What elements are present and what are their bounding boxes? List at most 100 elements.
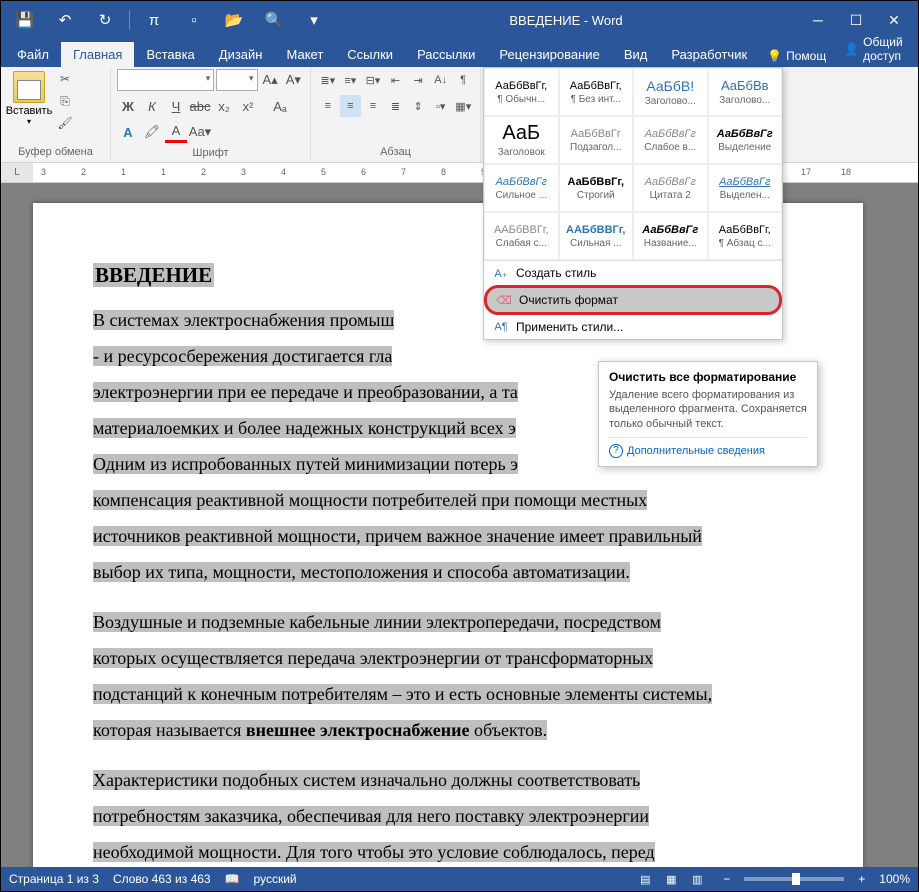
undo-icon[interactable]: ↶ bbox=[47, 5, 83, 35]
horizontal-ruler[interactable]: 321123456789101112131415161718 bbox=[33, 163, 918, 182]
align-right-icon[interactable]: ≡ bbox=[362, 95, 384, 117]
font-name-select[interactable] bbox=[117, 69, 214, 91]
new-doc-icon[interactable]: ▫ bbox=[176, 5, 212, 35]
superscript-button[interactable]: x² bbox=[237, 95, 259, 117]
style-cell-4[interactable]: АаБЗаголовок bbox=[484, 116, 559, 164]
subscript-button[interactable]: x₂ bbox=[213, 95, 235, 117]
style-cell-3[interactable]: АаБбВвЗаголово... bbox=[708, 68, 783, 116]
italic-button[interactable]: К bbox=[141, 95, 163, 117]
repeat-icon[interactable]: ↻ bbox=[87, 5, 123, 35]
doc-paragraph-2: Воздушные и подземные кабельные линии эл… bbox=[93, 604, 803, 748]
borders-icon[interactable]: ▦▾ bbox=[452, 95, 474, 117]
style-cell-2[interactable]: АаБбВ!Заголово... bbox=[633, 68, 708, 116]
style-cell-11[interactable]: АаБбВвГгВыделен... bbox=[708, 164, 783, 212]
tab-view[interactable]: Вид bbox=[612, 42, 660, 67]
tab-home[interactable]: Главная bbox=[61, 42, 134, 67]
tooltip-help-link[interactable]: ? Дополнительные сведения bbox=[609, 437, 807, 458]
change-case-icon[interactable]: Aa▾ bbox=[189, 121, 211, 143]
tab-layout[interactable]: Макет bbox=[274, 42, 335, 67]
line-spacing-icon[interactable]: ⇕ bbox=[407, 95, 429, 117]
justify-icon[interactable]: ≣ bbox=[385, 95, 407, 117]
cut-icon[interactable]: ✂ bbox=[55, 69, 75, 89]
underline-button[interactable]: Ч bbox=[165, 95, 187, 117]
shrink-font-icon[interactable]: A▾ bbox=[283, 69, 304, 91]
tab-file[interactable]: Файл bbox=[5, 42, 61, 67]
preview-icon[interactable]: 🔍 bbox=[256, 5, 292, 35]
print-layout-icon[interactable]: ▦ bbox=[659, 869, 683, 889]
bold-button[interactable]: Ж bbox=[117, 95, 139, 117]
sort-icon[interactable]: A↓ bbox=[430, 69, 452, 91]
multilevel-icon[interactable]: ⊟▾ bbox=[362, 69, 384, 91]
minimize-button[interactable]: ─ bbox=[800, 5, 836, 35]
style-cell-7[interactable]: АаБбВвГгВыделение bbox=[708, 116, 783, 164]
style-cell-13[interactable]: ААБбВВГг,Сильная ... bbox=[559, 212, 634, 260]
doc-paragraph-3: Характеристики подобных систем изначальн… bbox=[93, 762, 803, 870]
title-bar: 💾 ↶ ↻ π ▫ 📂 🔍 ▾ ВВЕДЕНИЕ - Word ─ ☐ ✕ bbox=[1, 1, 918, 39]
tooltip-title: Очистить все форматирование bbox=[609, 370, 807, 384]
language-indicator[interactable]: русский bbox=[254, 872, 297, 886]
style-cell-5[interactable]: АаБбВвГгПодзагол... bbox=[559, 116, 634, 164]
zoom-slider[interactable] bbox=[744, 877, 844, 881]
numbering-icon[interactable]: ≡▾ bbox=[340, 69, 362, 91]
align-center-icon[interactable]: ≡ bbox=[340, 95, 362, 117]
paste-icon bbox=[13, 71, 45, 103]
style-cell-8[interactable]: АаБбВвГгСильное ... bbox=[484, 164, 559, 212]
style-cell-0[interactable]: АаБбВвГг,¶ Обычн... bbox=[484, 68, 559, 116]
read-mode-icon[interactable]: ▤ bbox=[633, 869, 657, 889]
style-cell-9[interactable]: АаБбВвГг,Строгий bbox=[559, 164, 634, 212]
style-cell-15[interactable]: АаБбВвГг,¶ Абзац с... bbox=[708, 212, 783, 260]
create-style-item[interactable]: A₊ Создать стиль bbox=[484, 261, 782, 285]
font-color-icon[interactable]: A bbox=[165, 121, 187, 143]
paste-button[interactable]: Вставить ▾ bbox=[7, 69, 51, 144]
style-cell-10[interactable]: АаБбВвГгЦитата 2 bbox=[633, 164, 708, 212]
create-style-icon: A₊ bbox=[494, 266, 508, 280]
highlight-icon[interactable]: 🖍 bbox=[141, 121, 163, 143]
copy-icon[interactable]: ⎘ bbox=[55, 91, 75, 111]
word-count[interactable]: Слово 463 из 463 bbox=[113, 872, 211, 886]
help-icon: ? bbox=[609, 444, 623, 458]
web-layout-icon[interactable]: ▥ bbox=[685, 869, 709, 889]
text-effects-icon[interactable]: A bbox=[117, 121, 139, 143]
status-bar: Страница 1 из 3 Слово 463 из 463 📖 русск… bbox=[1, 867, 918, 891]
decrease-indent-icon[interactable]: ⇤ bbox=[385, 69, 407, 91]
zoom-in-button[interactable]: + bbox=[858, 872, 865, 886]
qat-dropdown-icon[interactable]: ▾ bbox=[296, 5, 332, 35]
increase-indent-icon[interactable]: ⇥ bbox=[407, 69, 429, 91]
clear-format-icon[interactable]: Aₐ bbox=[269, 95, 291, 117]
pi-icon[interactable]: π bbox=[136, 5, 172, 35]
tab-design[interactable]: Дизайн bbox=[207, 42, 275, 67]
strike-button[interactable]: abc bbox=[189, 95, 211, 117]
open-icon[interactable]: 📂 bbox=[216, 5, 252, 35]
group-paragraph: ≣▾ ≡▾ ⊟▾ ⇤ ⇥ A↓ ¶ ≡ ≡ ≡ ≣ ⇕ ▫▾ ▦▾ Абзац bbox=[311, 67, 481, 162]
style-grid: АаБбВвГг,¶ Обычн...АаБбВвГг,¶ Без инт...… bbox=[484, 68, 782, 260]
tell-me-search[interactable]: 💡 Помощ bbox=[759, 45, 834, 67]
font-size-select[interactable] bbox=[216, 69, 257, 91]
format-painter-icon[interactable]: 🖌 bbox=[55, 113, 75, 133]
grow-font-icon[interactable]: A▴ bbox=[260, 69, 281, 91]
save-icon[interactable]: 💾 bbox=[7, 5, 43, 35]
share-button[interactable]: 👤 Общий доступ bbox=[834, 31, 914, 67]
tab-mailings[interactable]: Рассылки bbox=[405, 42, 487, 67]
ribbon-tabs: Файл Главная Вставка Дизайн Макет Ссылки… bbox=[1, 39, 918, 67]
align-left-icon[interactable]: ≡ bbox=[317, 95, 339, 117]
style-cell-14[interactable]: АаБбВвГгНазвание... bbox=[633, 212, 708, 260]
spellcheck-icon[interactable]: 📖 bbox=[225, 872, 240, 886]
styles-gallery: АаБбВвГг,¶ Обычн...АаБбВвГг,¶ Без инт...… bbox=[483, 67, 783, 340]
style-cell-6[interactable]: АаБбВвГгСлабое в... bbox=[633, 116, 708, 164]
zoom-level[interactable]: 100% bbox=[879, 872, 910, 886]
style-menu: A₊ Создать стиль ⌫ Очистить формат A¶ Пр… bbox=[484, 260, 782, 339]
style-cell-1[interactable]: АаБбВвГг,¶ Без инт... bbox=[559, 68, 634, 116]
clear-format-item[interactable]: ⌫ Очистить формат bbox=[484, 285, 782, 315]
tab-review[interactable]: Рецензирование bbox=[487, 42, 611, 67]
eraser-icon: ⌫ bbox=[497, 293, 511, 307]
tab-insert[interactable]: Вставка bbox=[134, 42, 206, 67]
show-marks-icon[interactable]: ¶ bbox=[452, 69, 474, 91]
tab-references[interactable]: Ссылки bbox=[335, 42, 405, 67]
style-cell-12[interactable]: ААБбВВГг,Слабая с... bbox=[484, 212, 559, 260]
tab-developer[interactable]: Разработчик bbox=[659, 42, 759, 67]
bullets-icon[interactable]: ≣▾ bbox=[317, 69, 339, 91]
shading-icon[interactable]: ▫▾ bbox=[430, 95, 452, 117]
page-indicator[interactable]: Страница 1 из 3 bbox=[9, 872, 99, 886]
zoom-out-button[interactable]: − bbox=[723, 872, 730, 886]
apply-styles-item[interactable]: A¶ Применить стили... bbox=[484, 315, 782, 339]
